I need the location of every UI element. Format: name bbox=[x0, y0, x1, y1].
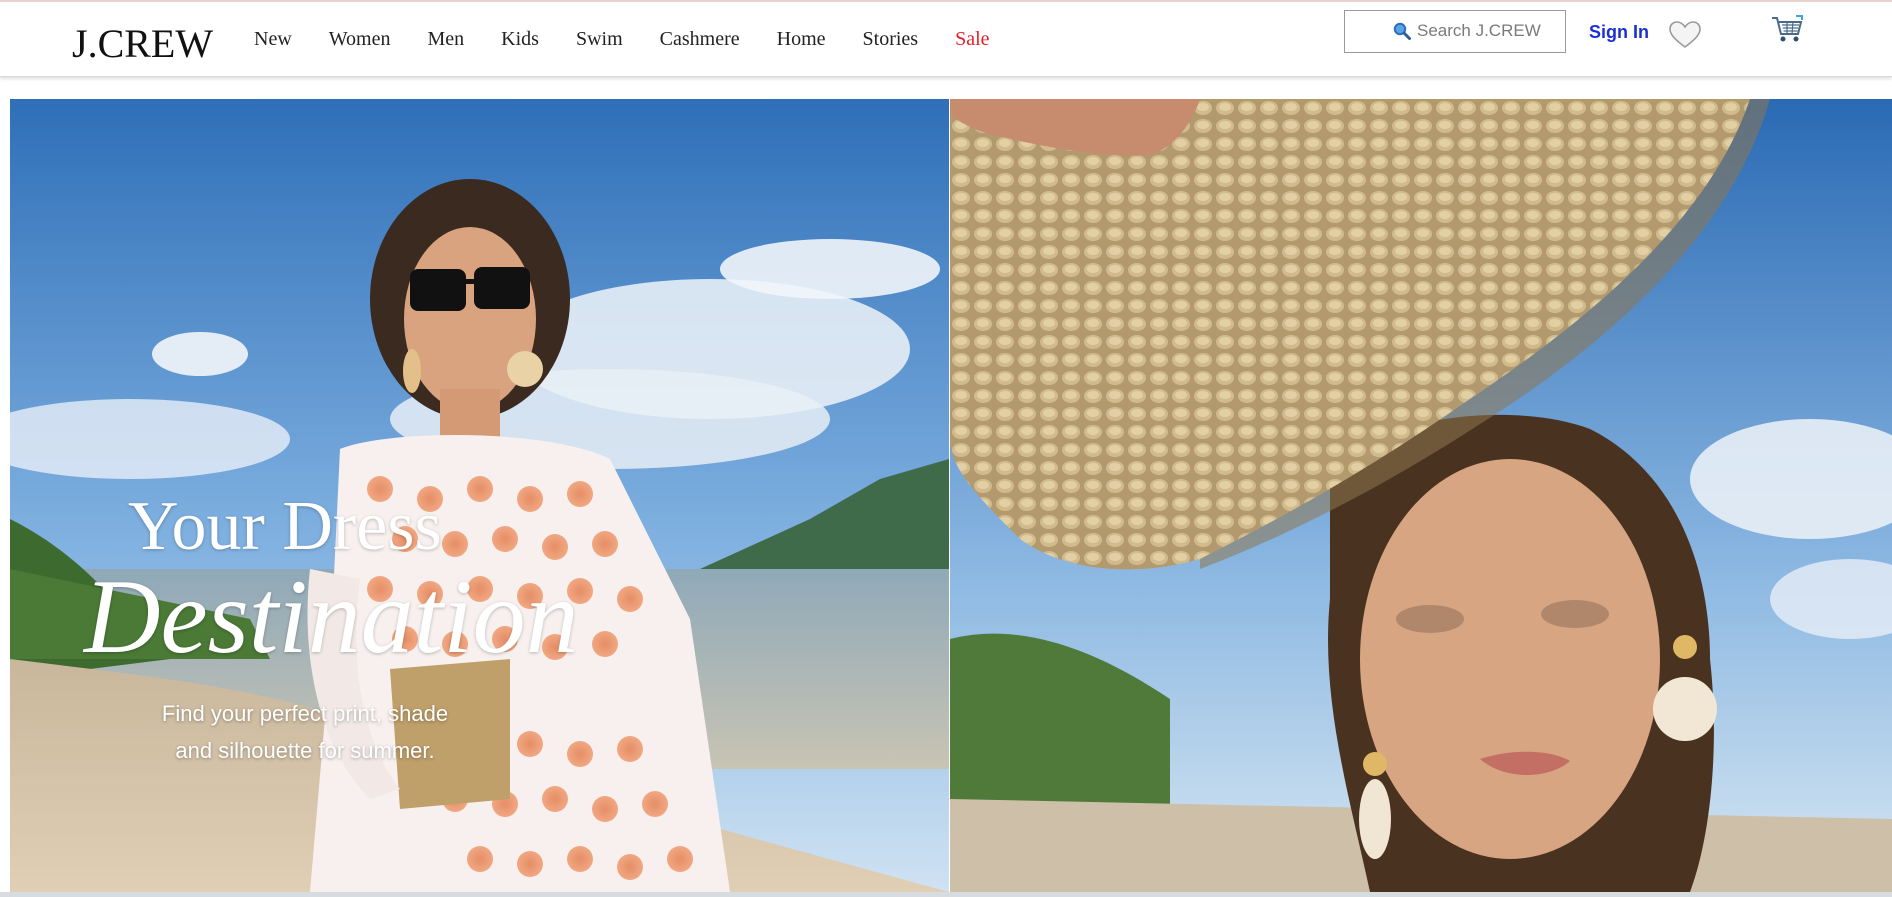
nav-cashmere[interactable]: Cashmere bbox=[660, 28, 740, 51]
hero-title-line2: Destination bbox=[84, 558, 579, 675]
sign-in-link[interactable]: Sign In bbox=[1589, 22, 1649, 43]
main-nav: New Women Men Kids Swim Cashmere Home St… bbox=[254, 28, 1027, 51]
nav-kids[interactable]: Kids bbox=[501, 28, 539, 51]
nav-women[interactable]: Women bbox=[329, 28, 391, 51]
nav-sale[interactable]: Sale bbox=[955, 28, 989, 51]
search-box[interactable] bbox=[1344, 10, 1566, 53]
nav-home[interactable]: Home bbox=[777, 28, 826, 51]
nav-swim[interactable]: Swim bbox=[576, 28, 623, 51]
search-input[interactable] bbox=[1417, 20, 1557, 42]
nav-new[interactable]: New bbox=[254, 28, 292, 51]
hero-subtitle: Find your perfect print, shade and silho… bbox=[160, 695, 450, 769]
hero-title-line1: Your Dress bbox=[128, 488, 442, 565]
hero-subtitle-line1: Find your perfect print, shade bbox=[161, 701, 449, 726]
hero-right-panel[interactable] bbox=[950, 99, 1892, 892]
heart-icon[interactable] bbox=[1668, 20, 1702, 50]
hero-left-panel[interactable]: Your Dress Destination Find your perfect… bbox=[10, 99, 949, 892]
hero-subtitle-line2: and silhouette for summer. bbox=[175, 738, 435, 763]
site-header: J.CREW New Women Men Kids Swim Cashmere … bbox=[0, 2, 1892, 77]
search-icon[interactable] bbox=[1393, 22, 1411, 40]
hero-text-block: Your Dress Destination Find your perfect… bbox=[10, 99, 949, 892]
nav-men[interactable]: Men bbox=[427, 28, 464, 51]
jcrew-logo[interactable]: J.CREW bbox=[72, 20, 213, 67]
nav-stories[interactable]: Stories bbox=[863, 28, 919, 51]
page-bottom-edge bbox=[0, 892, 1892, 897]
cart-icon[interactable] bbox=[1770, 14, 1804, 46]
hero-right-image bbox=[950, 99, 1892, 892]
